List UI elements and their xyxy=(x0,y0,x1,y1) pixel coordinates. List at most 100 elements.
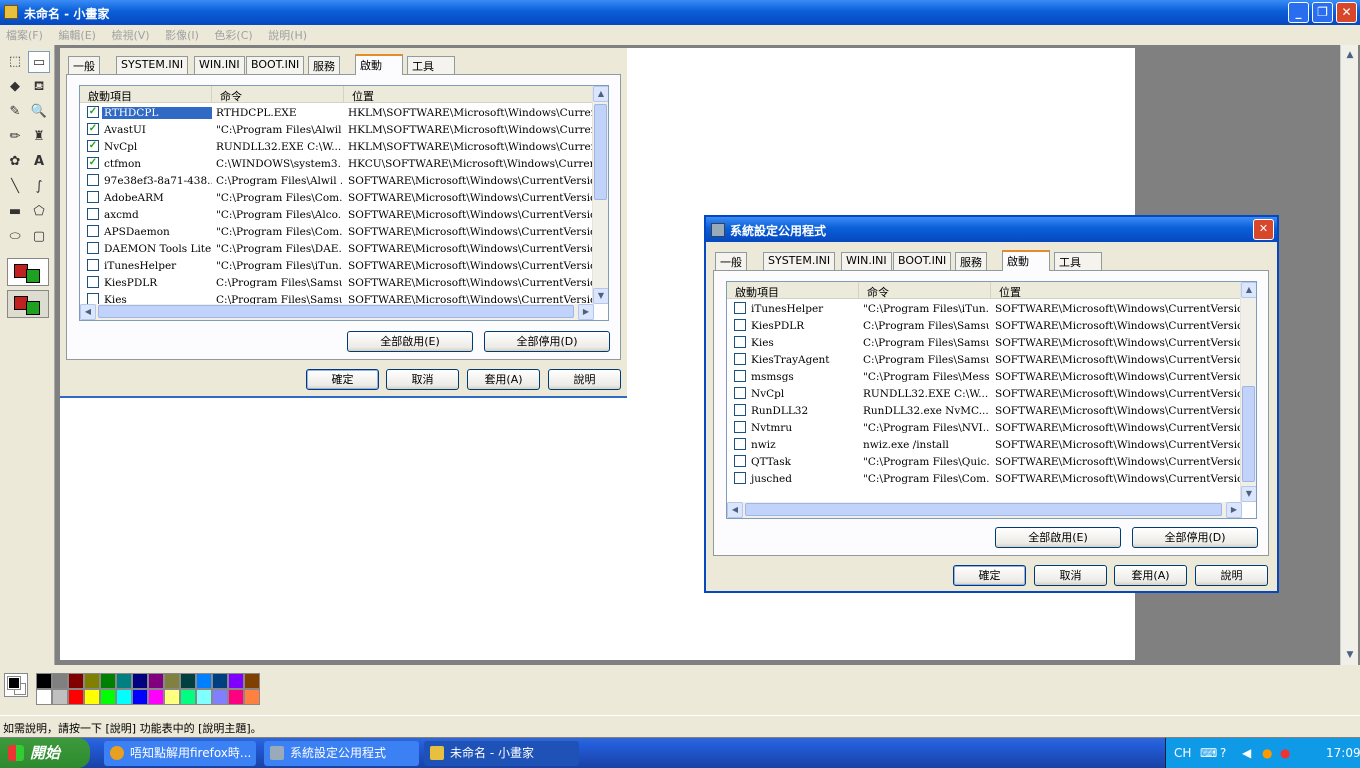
list-item[interactable]: ✓ RTHDCPL RTHDCPL.EXE HKLM\SOFTWARE\Microso… xyxy=(80,104,594,121)
scroll-up-icon[interactable]: ▲ xyxy=(1241,282,1256,298)
text-icon[interactable]: A xyxy=(28,151,50,173)
list-item[interactable]: Nvtmru "C:\Program Files\NVI... SOFTWARE\M… xyxy=(727,419,1242,436)
color-swatch[interactable] xyxy=(100,689,116,705)
list-item[interactable]: ✓ AvastUI "C:\Program Files\Alwil... HKLM\S… xyxy=(80,121,594,138)
list-item[interactable]: NvCpl RUNDLL32.EXE C:\W... SOFTWARE\Micros… xyxy=(727,385,1242,402)
start-button[interactable]: 開始 xyxy=(0,738,90,768)
color-swatch[interactable] xyxy=(116,673,132,689)
color-swatch[interactable] xyxy=(244,689,260,705)
brush-icon[interactable]: ♜ xyxy=(28,126,50,148)
color-swatch[interactable] xyxy=(52,689,68,705)
color-swatch[interactable] xyxy=(84,673,100,689)
avast-icon[interactable]: ● xyxy=(1262,746,1272,760)
list-item[interactable]: QTTask "C:\Program Files\Quic... SOFTWARE\… xyxy=(727,453,1242,470)
bg-apply-button[interactable]: 套用(A) xyxy=(467,369,540,390)
list-item[interactable]: Kies C:\Program Files\Samsu... SOFTWARE\Mi… xyxy=(727,334,1242,351)
scroll-right-icon[interactable]: ▶ xyxy=(1226,502,1242,518)
startup-checkbox[interactable] xyxy=(87,259,99,271)
color-swatch[interactable] xyxy=(212,673,228,689)
color-swatch[interactable] xyxy=(228,673,244,689)
help-button[interactable]: 說明 xyxy=(1195,565,1268,586)
list-item[interactable]: jusched "C:\Program Files\Com... SOFTWARE\… xyxy=(727,470,1242,487)
col-command[interactable]: 命令 xyxy=(859,282,991,298)
tray-expand-icon[interactable]: ◀ xyxy=(1242,746,1251,760)
color-swatch[interactable] xyxy=(244,673,260,689)
scroll-left-icon[interactable]: ◀ xyxy=(727,502,743,518)
startup-checkbox[interactable] xyxy=(734,404,746,416)
bg-col-startup-item[interactable]: 啟動項目 xyxy=(80,86,212,102)
startup-checkbox[interactable]: ✓ xyxy=(87,140,99,152)
color-swatch[interactable] xyxy=(36,689,52,705)
scroll-left-icon[interactable]: ◀ xyxy=(80,304,96,320)
startup-checkbox[interactable] xyxy=(87,225,99,237)
security-icon[interactable]: ● xyxy=(1280,746,1290,760)
picker-icon[interactable]: ✎ xyxy=(4,101,26,123)
eraser-icon[interactable]: ◆ xyxy=(4,76,26,98)
polygon-icon[interactable]: ⬠ xyxy=(28,201,50,223)
startup-checkbox[interactable] xyxy=(734,438,746,450)
startup-checkbox[interactable] xyxy=(734,387,746,399)
minimize-button[interactable]: _ xyxy=(1288,2,1309,23)
color-swatch[interactable] xyxy=(132,689,148,705)
menu-image[interactable]: 影像(I) xyxy=(159,25,205,43)
bg-tab-general[interactable]: 一般 xyxy=(68,56,100,74)
tab-startup[interactable]: 啟動 xyxy=(1002,250,1050,271)
col-location[interactable]: 位置 xyxy=(991,282,1242,298)
list-item[interactable]: iTunesHelper "C:\Program Files\iTun... SOF… xyxy=(80,257,594,274)
airbrush-icon[interactable]: ✿ xyxy=(4,151,26,173)
bg-col-location[interactable]: 位置 xyxy=(344,86,594,102)
startup-checkbox[interactable] xyxy=(87,174,99,186)
list-item[interactable]: ✓ ctfmon C:\WINDOWS\system3... HKCU\SOFTWAR… xyxy=(80,155,594,172)
list-item[interactable]: iTunesHelper "C:\Program Files\iTun... SOF… xyxy=(727,300,1242,317)
msconfig-close-button[interactable]: ✕ xyxy=(1253,219,1274,240)
close-button[interactable]: ✕ xyxy=(1336,2,1357,23)
list-item[interactable]: ✓ NvCpl RUNDLL32.EXE C:\W... HKLM\SOFTWARE\… xyxy=(80,138,594,155)
curve-icon[interactable]: ∫ xyxy=(28,176,50,198)
tab-win-ini[interactable]: WIN.INI xyxy=(841,252,892,270)
menu-help[interactable]: 說明(H) xyxy=(262,25,313,43)
list-item[interactable]: AdobeARM "C:\Program Files\Com... SOFTWARE… xyxy=(80,189,594,206)
scroll-right-icon[interactable]: ▶ xyxy=(578,304,594,320)
list-item[interactable]: 97e38ef3-8a71-438... C:\Program Files\Alw… xyxy=(80,172,594,189)
startup-checkbox[interactable] xyxy=(734,319,746,331)
line-icon[interactable]: ╲ xyxy=(4,176,26,198)
bg-list-hscroll[interactable]: ◀ ▶ xyxy=(80,304,594,320)
rounded-rect-icon[interactable]: ▢ xyxy=(28,226,50,248)
disable-all-button[interactable]: 全部停用(D) xyxy=(1132,527,1258,548)
taskbar-item-chrome[interactable]: 唔知點解用firefox時... xyxy=(104,741,256,766)
menu-colors[interactable]: 色彩(C) xyxy=(208,25,258,43)
scroll-thumb[interactable] xyxy=(98,305,574,318)
scroll-down-icon[interactable]: ▼ xyxy=(1342,647,1358,663)
scroll-up-icon[interactable]: ▲ xyxy=(593,86,608,102)
list-item[interactable]: KiesPDLR C:\Program Files\Samsu... SOFTWAR… xyxy=(727,317,1242,334)
tab-general[interactable]: 一般 xyxy=(715,252,747,270)
col-startup-item[interactable]: 啟動項目 xyxy=(727,282,859,298)
color-swatch[interactable] xyxy=(100,673,116,689)
scroll-down-icon[interactable]: ▼ xyxy=(1241,486,1256,502)
scroll-down-icon[interactable]: ▼ xyxy=(593,288,608,304)
startup-checkbox[interactable] xyxy=(734,455,746,467)
color-swatch[interactable] xyxy=(148,689,164,705)
startup-checkbox[interactable]: ✓ xyxy=(87,123,99,135)
color-swatch[interactable] xyxy=(180,673,196,689)
ok-button[interactable]: 確定 xyxy=(953,565,1026,586)
color-swatch[interactable] xyxy=(84,689,100,705)
list-item[interactable]: msmsgs "C:\Program Files\Mess... SOFTWARE\… xyxy=(727,368,1242,385)
list-vscroll[interactable]: ▲ ▼ xyxy=(1240,282,1256,502)
color-swatch[interactable] xyxy=(52,673,68,689)
enable-all-button[interactable]: 全部啟用(E) xyxy=(995,527,1121,548)
scroll-thumb[interactable] xyxy=(594,104,607,200)
startup-checkbox[interactable] xyxy=(734,472,746,484)
scroll-up-icon[interactable]: ▲ xyxy=(1342,47,1358,63)
startup-checkbox[interactable] xyxy=(87,276,99,288)
taskbar-item-paint[interactable]: 未命名 - 小畫家 xyxy=(424,741,579,766)
list-item[interactable]: APSDaemon "C:\Program Files\Com... SOFTWAR… xyxy=(80,223,594,240)
startup-checkbox[interactable] xyxy=(734,421,746,433)
color-swatch[interactable] xyxy=(116,689,132,705)
startup-checkbox[interactable] xyxy=(87,242,99,254)
restore-button[interactable]: ❐ xyxy=(1312,2,1333,23)
list-hscroll[interactable]: ◀ ▶ xyxy=(727,502,1242,518)
color-swatch[interactable] xyxy=(196,689,212,705)
scroll-thumb[interactable] xyxy=(745,503,1222,516)
bg-tab-boot-ini[interactable]: BOOT.INI xyxy=(246,56,305,74)
